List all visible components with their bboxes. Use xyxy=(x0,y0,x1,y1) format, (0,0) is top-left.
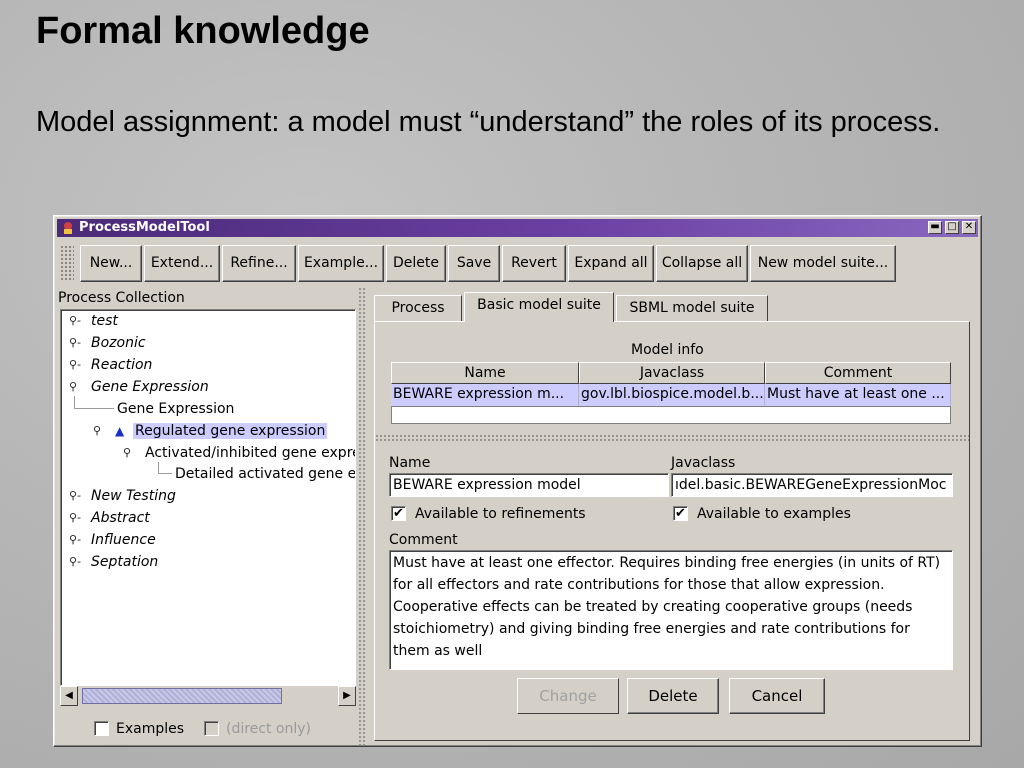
tree-node-septation[interactable]: ⚲- Septation xyxy=(69,553,158,573)
model-suite-panel: Process Basic model suite SBML model sui… xyxy=(370,287,973,745)
app-icon xyxy=(64,222,72,234)
horizontal-split-divider[interactable] xyxy=(375,434,969,442)
tree-node-reaction[interactable]: ⚲- Reaction xyxy=(69,356,152,376)
collapse-all-button[interactable]: Collapse all xyxy=(656,245,748,282)
delete-button[interactable]: Delete xyxy=(386,245,446,282)
examples-checkbox[interactable] xyxy=(94,721,109,736)
process-collection-label: Process Collection xyxy=(58,290,185,306)
examples-label: Examples xyxy=(116,721,185,737)
scroll-right-icon[interactable]: ▶ xyxy=(338,686,356,706)
tree-node-activated-inhibited[interactable]: ⚲ Activated/inhibited gene expre xyxy=(123,444,355,464)
process-tree[interactable]: ⚲- test ⚲- Bozonic ⚲- Reaction ⚲ Gene Expres… xyxy=(60,309,356,686)
process-collection-panel: Process Collection ⚲- test ⚲- Bozonic ⚲- Re… xyxy=(58,287,358,745)
cell-javaclass: gov.lbl.biospice.model.b... xyxy=(579,384,765,406)
direct-only-checkbox[interactable] xyxy=(204,721,219,736)
comment-textarea[interactable]: Must have at least one effector. Require… xyxy=(389,550,953,670)
model-triangle-icon: ▲ xyxy=(115,424,125,438)
tree-connector xyxy=(74,396,114,409)
expand-toggle-icon[interactable]: ⚲- xyxy=(69,553,81,571)
window-titlebar[interactable]: ProcessModelTool ▬ □ ✕ xyxy=(57,219,978,237)
expand-toggle-icon[interactable]: ⚲- xyxy=(69,509,81,527)
tab-process[interactable]: Process xyxy=(374,295,462,321)
tree-node-new-testing[interactable]: ⚲- New Testing xyxy=(69,487,176,507)
expand-all-button[interactable]: Expand all xyxy=(568,245,654,282)
column-header-comment[interactable]: Comment xyxy=(765,362,951,384)
revert-button[interactable]: Revert xyxy=(502,245,566,282)
expand-toggle-icon[interactable]: ⚲- xyxy=(69,531,81,549)
tree-node-regulated-gene-expression[interactable]: ⚲ ▲ Regulated gene expression xyxy=(93,422,328,442)
tab-basic-model-suite[interactable]: Basic model suite xyxy=(464,292,614,322)
expand-toggle-icon[interactable]: ⚲- xyxy=(69,312,81,330)
toolbar-grip-icon[interactable] xyxy=(60,245,74,281)
example-button[interactable]: Example... xyxy=(298,245,384,282)
detail-delete-button[interactable]: Delete xyxy=(627,678,719,714)
collapse-toggle-icon[interactable]: ⚲ xyxy=(123,444,131,462)
scroll-left-icon[interactable]: ◀ xyxy=(60,686,78,706)
tree-node-gene-expression-model[interactable]: Gene Expression xyxy=(117,400,234,420)
expand-toggle-icon[interactable]: ⚲- xyxy=(69,487,81,505)
column-header-name[interactable]: Name xyxy=(391,362,579,384)
tree-node-test[interactable]: ⚲- test xyxy=(69,312,118,332)
slide-body-text: Model assignment: a model must “understa… xyxy=(36,106,941,138)
javaclass-label: Javaclass xyxy=(671,455,736,471)
examples-available-checkbox[interactable]: ✔ xyxy=(673,506,688,521)
refinements-label: Available to refinements xyxy=(415,506,586,522)
basic-model-suite-panel: Model info Name Javaclass Comment BEWARE… xyxy=(374,321,970,741)
refine-button[interactable]: Refine... xyxy=(222,245,296,282)
table-row[interactable]: BEWARE expression m... gov.lbl.biospice.… xyxy=(391,384,951,406)
cancel-button[interactable]: Cancel xyxy=(729,678,825,714)
tab-sbml-model-suite[interactable]: SBML model suite xyxy=(616,295,768,321)
change-button[interactable]: Change xyxy=(517,678,619,714)
column-header-javaclass[interactable]: Javaclass xyxy=(579,362,765,384)
javaclass-field[interactable]: ıdel.basic.BEWAREGeneExpressionMoc xyxy=(671,473,953,497)
tree-connector xyxy=(158,462,172,474)
new-model-suite-button[interactable]: New model suite... xyxy=(750,245,896,282)
minimize-icon[interactable]: ▬ xyxy=(928,221,942,234)
tree-node-influence[interactable]: ⚲- Influence xyxy=(69,531,156,551)
tree-horizontal-scrollbar[interactable]: ◀ ▶ xyxy=(60,686,356,706)
model-info-title: Model info xyxy=(631,342,704,358)
scroll-thumb[interactable] xyxy=(82,688,282,704)
close-icon[interactable]: ✕ xyxy=(962,221,976,234)
expand-toggle-icon[interactable]: ⚲- xyxy=(69,356,81,374)
cell-name: BEWARE expression m... xyxy=(391,384,579,406)
name-label: Name xyxy=(389,455,431,471)
tree-node-gene-expression[interactable]: ⚲ Gene Expression xyxy=(69,378,209,398)
examples-available-label: Available to examples xyxy=(697,506,851,522)
process-model-tool-window: ProcessModelTool ▬ □ ✕ New... Extend... … xyxy=(53,215,982,747)
table-body xyxy=(391,406,951,424)
name-field[interactable]: BEWARE expression model xyxy=(389,473,669,497)
tree-node-detailed-activated[interactable]: Detailed activated gene ex xyxy=(175,465,355,485)
tree-node-bozonic[interactable]: ⚲- Bozonic xyxy=(69,334,146,354)
window-title: ProcessModelTool xyxy=(79,220,210,235)
cell-comment: Must have at least one ... xyxy=(765,384,951,406)
vertical-split-divider[interactable] xyxy=(358,287,366,745)
refinements-checkbox[interactable]: ✔ xyxy=(391,506,406,521)
collapse-toggle-icon[interactable]: ⚲ xyxy=(93,422,101,440)
maximize-icon[interactable]: □ xyxy=(945,221,959,234)
save-button[interactable]: Save xyxy=(448,245,500,282)
direct-only-label: (direct only) xyxy=(226,721,312,737)
comment-label: Comment xyxy=(389,532,458,548)
toolbar: New... Extend... Refine... Example... De… xyxy=(58,241,977,285)
tree-node-abstract[interactable]: ⚲- Abstract xyxy=(69,509,150,529)
slide-title: Formal knowledge xyxy=(36,10,370,52)
new-button[interactable]: New... xyxy=(80,245,142,282)
extend-button[interactable]: Extend... xyxy=(144,245,220,282)
expand-toggle-icon[interactable]: ⚲- xyxy=(69,334,81,352)
collapse-toggle-icon[interactable]: ⚲ xyxy=(69,378,77,396)
